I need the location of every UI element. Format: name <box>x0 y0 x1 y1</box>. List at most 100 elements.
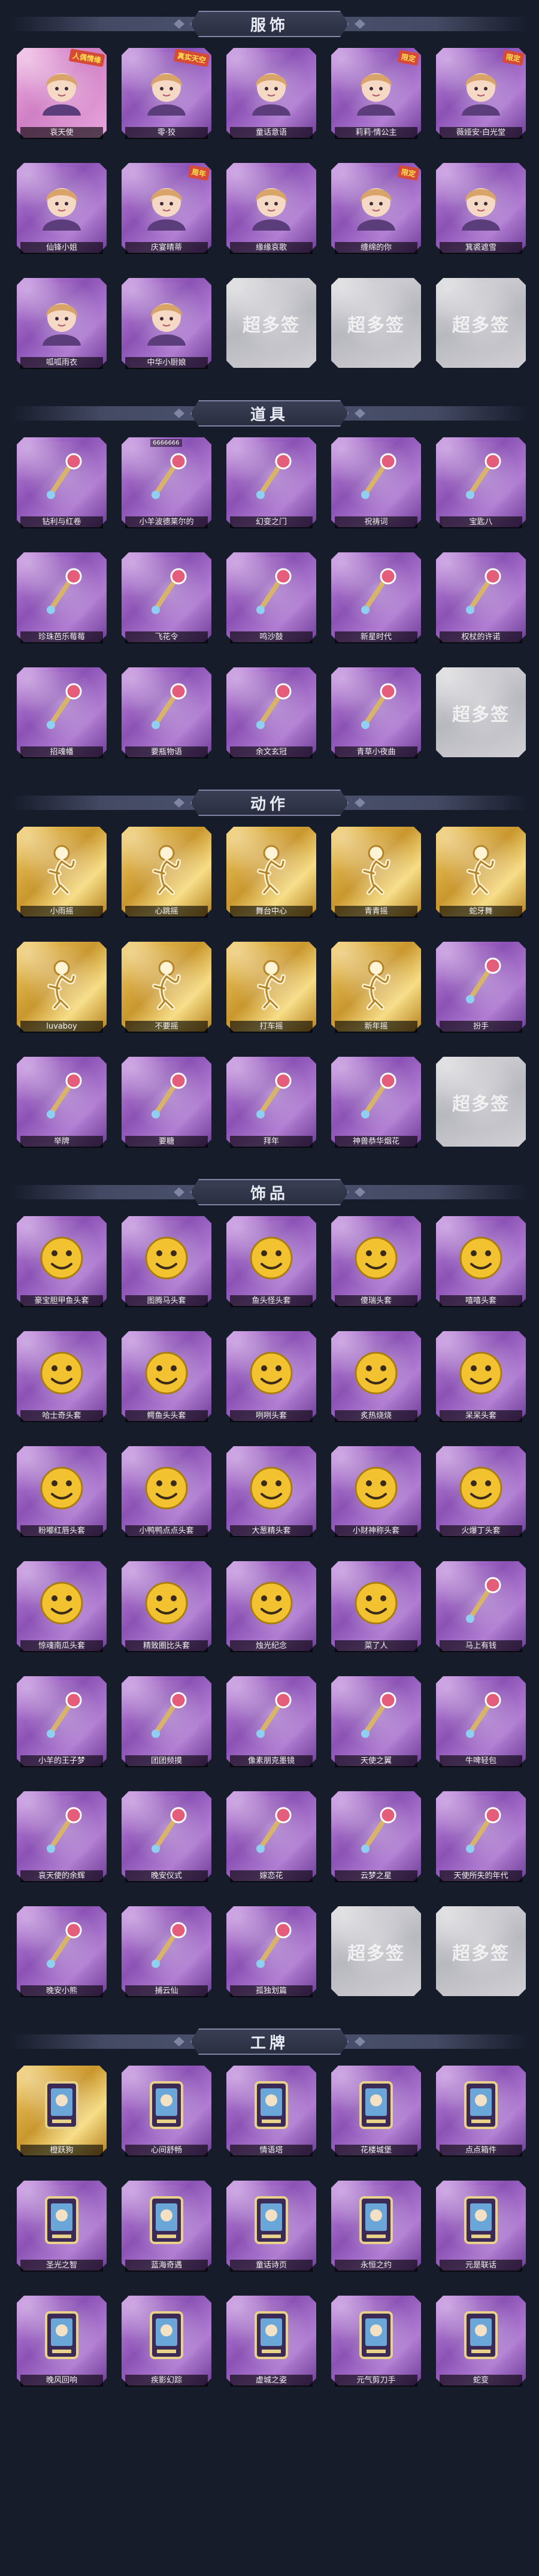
item-card[interactable]: 傻瑞头套 <box>331 1216 421 1318</box>
item-card[interactable]: 嫁恋花 <box>226 1791 316 1893</box>
item-card[interactable]: 鸣沙鼓 <box>226 552 316 654</box>
item-card[interactable]: 呆呆头套 <box>436 1331 526 1433</box>
item-card[interactable]: 扮手 <box>436 942 526 1044</box>
item-card[interactable]: 鳄鱼头头套 <box>122 1331 211 1433</box>
item-card[interactable]: 捕云仙 <box>122 1906 211 2008</box>
item-card[interactable]: 虚城之姿 <box>226 2296 316 2397</box>
item-card[interactable]: 咧咧头套 <box>226 1331 316 1433</box>
item-card[interactable]: 人偶情缘 哀天使 <box>17 48 107 150</box>
item-card[interactable]: 炙热烧烧 <box>331 1331 421 1433</box>
item-card[interactable]: 钻利与红卷 <box>17 437 107 539</box>
item-card[interactable]: 元是联话 <box>436 2181 526 2282</box>
item-card[interactable]: 孤独划篇 <box>226 1906 316 2008</box>
item-card[interactable]: 点点箱件 <box>436 2066 526 2167</box>
item-card[interactable]: 鱼头怪头套 <box>226 1216 316 1318</box>
item-card[interactable]: 花楼城堡 <box>331 2066 421 2167</box>
item-card[interactable]: 拜年 <box>226 1057 316 1159</box>
empty-slot[interactable]: 超多签 <box>436 1906 526 2008</box>
item-card[interactable]: 嘻嘻头套 <box>436 1216 526 1318</box>
item-card[interactable]: 像素朋克墨镜 <box>226 1676 316 1778</box>
empty-slot[interactable]: 超多签 <box>331 278 421 380</box>
item-card[interactable]: 小羊的王子梦 <box>17 1676 107 1778</box>
item-card[interactable]: 小鸭鸭点点头套 <box>122 1446 211 1548</box>
item-card[interactable]: 心间舒畅 <box>122 2066 211 2167</box>
item-card[interactable]: 青青摇 <box>331 827 421 929</box>
item-card[interactable]: 周年 庆宴晴蒂 <box>122 163 211 265</box>
item-card[interactable]: 限定 薇娅安·白光堂 <box>436 48 526 150</box>
item-card[interactable]: 呱呱雨衣 <box>17 278 107 380</box>
item-card[interactable]: 童话意语 <box>226 48 316 150</box>
item-card[interactable]: 青草小夜曲 <box>331 667 421 769</box>
item-card[interactable]: 烛光纪念 <box>226 1561 316 1663</box>
item-card[interactable]: 惊魂南瓜头套 <box>17 1561 107 1663</box>
empty-slot[interactable]: 超多签 <box>331 1906 421 2008</box>
item-card[interactable]: 6666666 小羊波德莱尔的 <box>122 437 211 539</box>
item-card[interactable]: 橙跃狗 <box>17 2066 107 2167</box>
item-card[interactable]: 余文玄冠 <box>226 667 316 769</box>
item-card[interactable]: 蛇变 <box>436 2296 526 2397</box>
item-label: 花楼城堡 <box>335 2145 417 2157</box>
item-card[interactable]: 举牌 <box>17 1057 107 1159</box>
item-card[interactable]: 团团频摸 <box>122 1676 211 1778</box>
item-card[interactable]: 精致圈比头套 <box>122 1561 211 1663</box>
item-card[interactable]: 马上有钱 <box>436 1561 526 1663</box>
item-card[interactable]: 中华小厨娘 <box>122 278 211 380</box>
empty-slot[interactable]: 超多签 <box>436 278 526 380</box>
item-card[interactable]: 蓝海奇遇 <box>122 2181 211 2282</box>
item-card[interactable]: 新星时代 <box>331 552 421 654</box>
item-card[interactable]: 新年摇 <box>331 942 421 1044</box>
item-card[interactable]: 心跳摇 <box>122 827 211 929</box>
item-card[interactable]: 元气剪刀手 <box>331 2296 421 2397</box>
item-card[interactable]: 箕裘遮雪 <box>436 163 526 265</box>
item-card[interactable]: 圣光之智 <box>17 2181 107 2282</box>
empty-slot[interactable]: 超多签 <box>436 1057 526 1159</box>
item-card[interactable]: 缘缘哀歌 <box>226 163 316 265</box>
item-card[interactable]: 哈士奇头套 <box>17 1331 107 1433</box>
item-card[interactable]: 宝匙八 <box>436 437 526 539</box>
item-card[interactable]: 蛇牙舞 <box>436 827 526 929</box>
frog-raincoat-costume-icon <box>32 289 92 349</box>
item-card[interactable]: 火爆丁头套 <box>436 1446 526 1548</box>
item-card[interactable]: 招魂幡 <box>17 667 107 769</box>
item-card[interactable]: 要糖 <box>122 1057 211 1159</box>
item-card[interactable]: 飞花令 <box>122 552 211 654</box>
item-card[interactable]: 牛啤轻包 <box>436 1676 526 1778</box>
item-card[interactable]: luvaboy <box>17 942 107 1044</box>
item-card[interactable]: 晚风回响 <box>17 2296 107 2397</box>
item-card[interactable]: 疾影幻踪 <box>122 2296 211 2397</box>
item-card[interactable]: 幻变之门 <box>226 437 316 539</box>
item-card[interactable]: 情语塔 <box>226 2066 316 2167</box>
item-card[interactable]: 永恒之约 <box>331 2181 421 2282</box>
item-card[interactable]: 要瓶物语 <box>122 667 211 769</box>
item-card[interactable]: 不要摇 <box>122 942 211 1044</box>
item-card[interactable]: 晚安仪式 <box>122 1791 211 1893</box>
item-card[interactable]: 小雨摇 <box>17 827 107 929</box>
item-card[interactable]: 菜了人 <box>331 1561 421 1663</box>
item-card[interactable]: 小财神称头套 <box>331 1446 421 1548</box>
pixel-sunglasses-icon <box>241 1687 301 1747</box>
item-card[interactable]: 云梦之星 <box>331 1791 421 1893</box>
item-card[interactable]: 真实天空 零·狡 <box>122 48 211 150</box>
item-card[interactable]: 打车摇 <box>226 942 316 1044</box>
item-card[interactable]: 图腾马头套 <box>122 1216 211 1318</box>
item-card[interactable]: 限定 莉莉·情公主 <box>331 48 421 150</box>
empty-slot[interactable]: 超多签 <box>436 667 526 769</box>
item-card[interactable]: 限定 缠绵的你 <box>331 163 421 265</box>
item-card[interactable]: 舞台中心 <box>226 827 316 929</box>
empty-slot[interactable]: 超多签 <box>226 278 316 380</box>
card-frame <box>331 1676 421 1766</box>
item-card[interactable]: 仙锋小姐 <box>17 163 107 265</box>
item-card[interactable]: 哀天使的余辉 <box>17 1791 107 1893</box>
item-card[interactable]: 珍珠芭乐莓莓 <box>17 552 107 654</box>
item-card[interactable]: 天使所失的年代 <box>436 1791 526 1893</box>
item-card[interactable]: 神兽恭华烟花 <box>331 1057 421 1159</box>
item-card[interactable]: 晚安小熊 <box>17 1906 107 2008</box>
item-card[interactable]: 童话诗页 <box>226 2181 316 2282</box>
card-frame: 超多签 <box>436 1057 526 1147</box>
item-card[interactable]: 祝祷词 <box>331 437 421 539</box>
item-card[interactable]: 权杖的许诺 <box>436 552 526 654</box>
item-card[interactable]: 大葱精头套 <box>226 1446 316 1548</box>
item-card[interactable]: 豪宝胆甲鱼头套 <box>17 1216 107 1318</box>
item-card[interactable]: 天使之翼 <box>331 1676 421 1778</box>
item-card[interactable]: 粉嘟红唇头套 <box>17 1446 107 1548</box>
